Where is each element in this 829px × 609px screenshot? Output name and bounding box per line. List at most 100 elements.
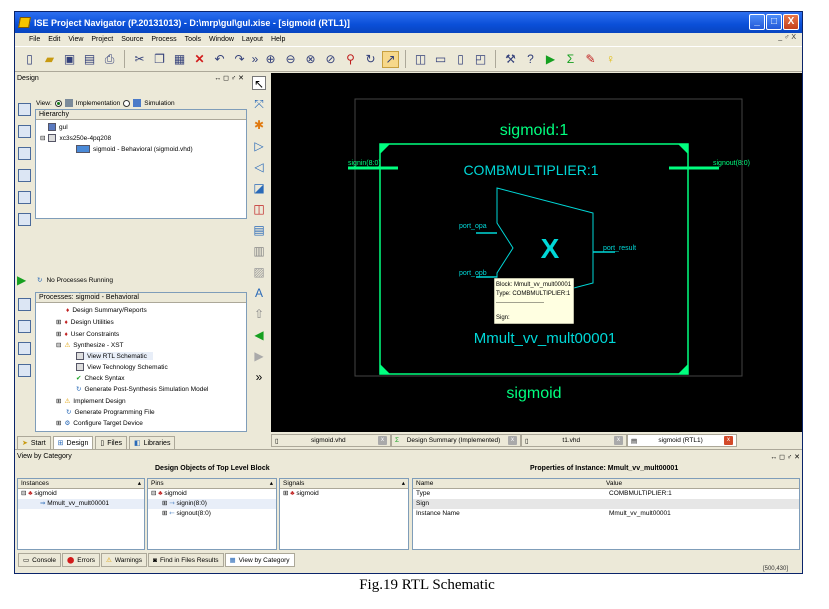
zoom-full-icon[interactable]: ⊗ [302, 51, 319, 68]
float-icon[interactable]: ◰ [472, 51, 489, 68]
doc-tab-sigmoid-vhd[interactable]: ▯ sigmoid.vhd x [271, 434, 391, 447]
menu-source[interactable]: Source [121, 36, 143, 43]
gray-tool-icon[interactable]: ▨ [252, 265, 266, 279]
panel-controls[interactable]: ↔ ◻ ♂ ✕ [214, 74, 244, 82]
simulation-radio[interactable] [123, 99, 131, 107]
collapse-icon[interactable]: ⊟ [56, 341, 61, 349]
back-circle-icon[interactable]: ◀ [252, 328, 266, 342]
tile-vertical-icon[interactable]: ▯ [452, 51, 469, 68]
process-programming-file[interactable]: ↻ Generate Programming File [66, 408, 155, 417]
close-button[interactable]: X [783, 14, 799, 30]
property-row[interactable]: Sign [413, 499, 799, 509]
process-view-tech[interactable]: View Technology Schematic [76, 363, 168, 371]
value-column-header[interactable]: Value [606, 479, 622, 488]
forward-icon[interactable]: ▷ [252, 139, 266, 153]
collapse-icon[interactable]: ⊟ [151, 489, 156, 499]
refresh-icon[interactable]: ↻ [362, 51, 379, 68]
doc-tab-rtl1[interactable]: ▤ sigmoid (RTL1) x [627, 434, 737, 447]
tab-start[interactable]: ➤ Start [17, 436, 51, 450]
tab-console[interactable]: ▭ Console [18, 553, 62, 567]
zoom-in-icon[interactable]: ⊕ [262, 51, 279, 68]
back-icon[interactable]: ◁ [252, 160, 266, 174]
process-stop-icon[interactable] [17, 342, 31, 355]
hierarchy-orange-icon[interactable]: ✱ [252, 118, 266, 132]
expand-icon[interactable]: ⊞ [56, 318, 61, 326]
menu-edit[interactable]: Edit [48, 36, 60, 43]
tab-find-in-files[interactable]: ◙ Find in Files Results [148, 553, 224, 567]
page-icon[interactable]: ▤ [252, 223, 266, 237]
tree-item-sigmoid[interactable]: sigmoid - Behavioral (sigmoid.vhd) [76, 145, 193, 153]
text-tool-icon[interactable]: A [252, 286, 266, 300]
instance-row[interactable]: ⇒ Mmult_vv_mult00001 [18, 499, 144, 509]
menu-view[interactable]: View [68, 36, 83, 43]
expand-icon[interactable]: ⊞ [56, 330, 61, 338]
minimize-button[interactable]: _ [749, 14, 765, 30]
signal-row[interactable]: ⊞ ♣ sigmoid [280, 489, 408, 499]
redo-icon[interactable]: ↷ [231, 51, 248, 68]
tile-horizontal-icon[interactable]: ▭ [432, 51, 449, 68]
menu-window[interactable]: Window [209, 36, 234, 43]
close-tab-icon[interactable]: x [508, 436, 517, 445]
doc-tab-design-summary[interactable]: Σ Design Summary (Implemented) x [391, 434, 521, 447]
expand-icon[interactable]: ⊞ [162, 499, 167, 509]
pointer-tool-icon[interactable]: ↗ [382, 50, 399, 68]
properties-small-icon[interactable] [17, 213, 31, 226]
process-view-rtl[interactable]: View RTL Schematic [76, 352, 153, 360]
process-synthesize[interactable]: ⊟ ⚠ Synthesize - XST [56, 341, 124, 350]
tab-files[interactable]: ▯ Files [95, 436, 127, 450]
toolbar-overflow-icon[interactable]: » [251, 51, 259, 68]
instance-row[interactable]: ⊟ ♣ sigmoid [18, 489, 144, 499]
zoom-fit-icon[interactable]: ⊘ [322, 51, 339, 68]
pop-icon[interactable]: ◫ [252, 202, 266, 216]
save-icon[interactable]: ▣ [61, 51, 78, 68]
collapse-icon[interactable]: ⊟ [21, 489, 26, 499]
process-props-icon[interactable] [17, 298, 31, 311]
pin-row[interactable]: ⊞ ⇾ signin(8:0) [148, 499, 276, 509]
open-folder-icon[interactable]: ▰ [41, 51, 58, 68]
simulation-label[interactable]: Simulation [144, 100, 174, 107]
doc-tab-t1-vhd[interactable]: ▯ t1.vhd x [521, 434, 627, 447]
zoom-out-icon[interactable]: ⊖ [282, 51, 299, 68]
save-all-icon[interactable]: ▤ [81, 51, 98, 68]
process-implement[interactable]: ⊞ ⚠ Implement Design [56, 397, 126, 406]
tab-view-by-category[interactable]: ▦ View by Category [224, 553, 295, 567]
sigma-icon[interactable]: Σ [562, 51, 579, 68]
tab-libraries[interactable]: ◧ Libraries [128, 436, 176, 450]
fit-view-icon[interactable]: ⤧ [252, 97, 266, 111]
undo-icon[interactable]: ↶ [211, 51, 228, 68]
process-rerun-icon[interactable] [17, 320, 31, 333]
run-process-icon[interactable]: ▶ [17, 273, 26, 287]
process-check-syntax[interactable]: ✔ Check Syntax [76, 374, 125, 383]
property-row[interactable]: Type COMBMULTIPLIER:1 [413, 489, 799, 499]
tips-bulb-icon[interactable]: ♀ [602, 51, 619, 68]
name-column-header[interactable]: Name [416, 479, 606, 488]
sort-icon[interactable]: ▴ [138, 479, 141, 488]
implementation-radio[interactable] [54, 99, 62, 107]
menu-layout[interactable]: Layout [242, 36, 263, 43]
probe-icon[interactable]: ✎ [582, 51, 599, 68]
expand-icon[interactable]: ⊞ [56, 419, 61, 427]
property-row[interactable]: Instance Name Mmult_vv_mult00001 [413, 509, 799, 519]
schematic-canvas[interactable]: sigmoid:1 sigmoid signin(8:0) signout(8:… [271, 73, 802, 432]
print-icon[interactable]: ⎙ [101, 51, 118, 68]
forward-circle-icon[interactable]: ▶ [252, 349, 266, 363]
pin-row[interactable]: ⊞ ⇽ signout(8:0) [148, 509, 276, 519]
process-user-constraints[interactable]: ⊞ ♦ User Constraints [56, 330, 119, 339]
collapse-icon[interactable]: ⊟ [40, 134, 45, 142]
add-source-icon[interactable] [17, 103, 31, 116]
cascade-icon[interactable]: ◫ [412, 51, 429, 68]
close-tab-icon[interactable]: x [724, 436, 733, 445]
more-tools-icon[interactable]: » [252, 370, 266, 384]
sort-icon[interactable]: ▴ [270, 479, 273, 488]
list-icon[interactable]: ▥ [252, 244, 266, 258]
up-icon[interactable]: ⇧ [252, 307, 266, 321]
menu-file[interactable]: File [29, 36, 40, 43]
tree-item-project[interactable]: gul [48, 123, 68, 131]
menu-help[interactable]: Help [271, 36, 285, 43]
process-report-icon[interactable] [17, 364, 31, 377]
tab-design[interactable]: ⊞ Design [52, 436, 94, 450]
paste-icon[interactable]: ▦ [171, 51, 188, 68]
tab-errors[interactable]: ⬤ Errors [62, 553, 100, 567]
delete-icon[interactable]: ✕ [191, 51, 208, 68]
expand-icon[interactable]: ⊞ [283, 489, 288, 499]
